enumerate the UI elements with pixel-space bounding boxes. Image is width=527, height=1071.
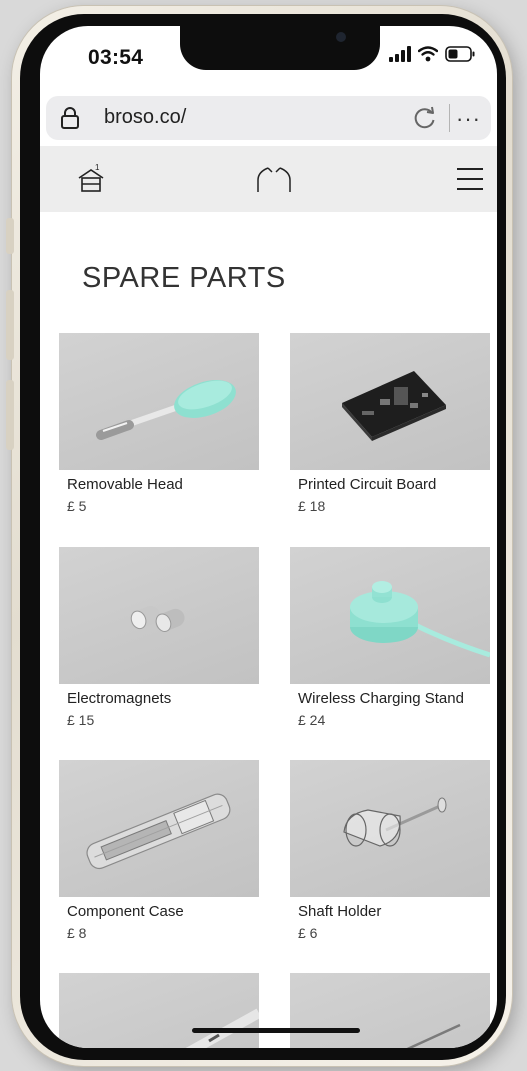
product-price: £ 5	[67, 498, 87, 514]
browser-address-bar[interactable]: broso.co/ ···	[46, 96, 491, 140]
product-name[interactable]: Electromagnets	[59, 690, 259, 707]
part-icon	[185, 1008, 259, 1048]
product-name[interactable]: Component Case	[59, 903, 259, 920]
product-price: £ 6	[298, 925, 318, 941]
wifi-icon	[417, 46, 439, 67]
volume-up-button	[6, 290, 14, 360]
part-icon	[406, 1023, 461, 1048]
product-image[interactable]	[59, 333, 259, 470]
product-image[interactable]	[59, 547, 259, 684]
electromagnets-icon	[130, 605, 185, 632]
basket-icon[interactable]: 1	[76, 162, 106, 201]
product-name[interactable]: Removable Head	[59, 476, 259, 493]
product-price: £ 15	[67, 712, 95, 728]
basket-count: 1	[95, 163, 100, 172]
url-text[interactable]: broso.co/	[104, 106, 186, 129]
product-price: £ 18	[298, 498, 326, 514]
home-indicator[interactable]	[192, 1028, 360, 1033]
product-image[interactable]	[59, 973, 259, 1048]
product-name[interactable]: Wireless Charging Stand	[290, 690, 490, 707]
product-card[interactable]: Wireless Charging Stand £ 24	[290, 547, 490, 728]
product-price: £ 24	[298, 712, 326, 728]
product-card[interactable]: Component Case £ 8	[59, 760, 259, 941]
volume-down-button	[6, 380, 14, 450]
product-card[interactable]: Removable Head £ 5	[59, 333, 259, 514]
mute-switch	[6, 218, 14, 254]
broso-logo-icon[interactable]	[254, 162, 294, 201]
battery-icon	[445, 46, 475, 67]
product-card[interactable]	[290, 973, 490, 1048]
product-price: £ 8	[67, 925, 87, 941]
product-card[interactable]: Electromagnets £ 15	[59, 547, 259, 728]
product-name[interactable]: Printed Circuit Board	[290, 476, 490, 493]
page-title: SPARE PARTS	[82, 262, 286, 294]
charging-stand-icon	[350, 581, 490, 658]
notch	[180, 26, 380, 70]
phone-screen: 03:54 broso.co/ ··· 1 SPARE PARTS Remova…	[40, 26, 497, 1048]
toothbrush-head-icon	[96, 380, 236, 440]
lock-icon	[60, 106, 80, 135]
product-image[interactable]	[290, 760, 490, 897]
product-image[interactable]	[59, 760, 259, 897]
hamburger-menu-icon[interactable]	[456, 166, 484, 197]
status-bar: 03:54	[40, 26, 497, 98]
component-case-icon	[86, 793, 231, 870]
product-name[interactable]: Shaft Holder	[290, 903, 490, 920]
status-time: 03:54	[88, 46, 144, 69]
more-options-icon[interactable]: ···	[456, 106, 481, 132]
product-card[interactable]: Shaft Holder £ 6	[290, 760, 490, 941]
product-image[interactable]	[290, 973, 490, 1048]
shaft-holder-icon	[343, 797, 447, 847]
product-card[interactable]	[59, 973, 259, 1048]
site-header: 1	[40, 146, 497, 212]
status-icons	[389, 46, 475, 67]
product-card[interactable]: Printed Circuit Board £ 18	[290, 333, 490, 514]
url-divider	[449, 104, 450, 132]
product-image[interactable]	[290, 547, 490, 684]
product-image[interactable]	[290, 333, 490, 470]
reload-icon[interactable]	[412, 105, 438, 136]
circuit-board-icon	[342, 371, 446, 441]
signal-icon	[389, 46, 411, 67]
front-camera	[336, 32, 346, 42]
